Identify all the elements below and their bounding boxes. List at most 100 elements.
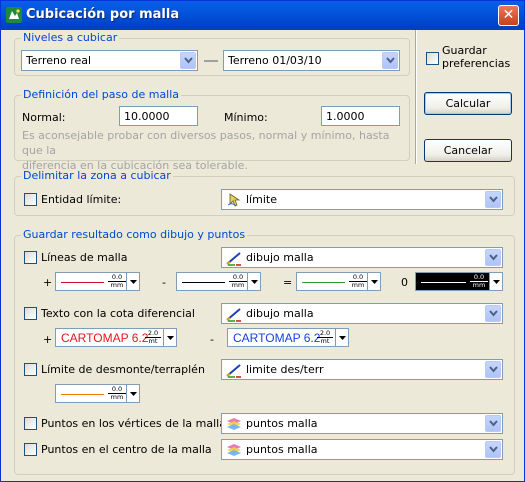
line-style-border[interactable]: 0.0 mm <box>415 272 503 291</box>
line-style-limite[interactable]: 0.0 mm <box>55 384 140 403</box>
points-layer-icon <box>227 444 241 456</box>
texto-layer-combo[interactable]: dibujo malla <box>221 303 503 324</box>
vertices-layer-combo[interactable]: puntos malla <box>221 413 503 434</box>
normal-value: 10.0000 <box>124 110 170 123</box>
layer-pen-icon <box>226 364 241 378</box>
line-width-readout: 0.0 mm <box>108 274 126 289</box>
line-sample-red <box>61 282 104 283</box>
limite-checkbox[interactable] <box>24 363 37 376</box>
calcular-button[interactable]: Calcular <box>424 92 512 115</box>
level2-combo[interactable]: Terreno 01/03/10 <box>223 50 400 71</box>
lineas-plus-operator: + <box>43 276 53 289</box>
chevron-down-icon <box>489 310 498 317</box>
entidad-limite-checkbox[interactable] <box>24 193 37 206</box>
entidad-dropdown-button[interactable] <box>485 191 501 208</box>
texto-layer-value: dibujo malla <box>246 307 314 320</box>
minimo-input[interactable]: 1.0000 <box>321 106 400 126</box>
malla-hint: Es aconsejable probar con diversos pasos… <box>22 128 402 173</box>
centro-layer-dropdown-button[interactable] <box>485 441 501 458</box>
minimo-value: 1.0000 <box>326 110 365 123</box>
window-title: Cubicación por malla <box>26 7 180 22</box>
lineas-label[interactable]: Líneas de malla <box>41 251 127 264</box>
texto-plus-operator: + <box>43 333 53 346</box>
level1-combo[interactable]: Terreno real <box>21 50 198 71</box>
line-width-readout: 0.0 mm <box>470 274 488 289</box>
close-icon: ✕ <box>502 7 515 23</box>
niveles-legend: Niveles a cubicar <box>21 31 120 44</box>
limite-label[interactable]: Límite de desmonte/terraplén <box>41 363 205 376</box>
dialog-window: Cubicación por malla ✕ Niveles a cubicar… <box>0 0 525 482</box>
centro-label[interactable]: Puntos en el centro de la malla <box>41 443 212 456</box>
centro-layer-combo[interactable]: puntos malla <box>221 439 503 460</box>
text-style-sample-blue: CARTOMAP 6.2 <box>233 331 321 345</box>
normal-label: Normal: <box>22 111 66 124</box>
entidad-combo[interactable]: límite <box>221 189 503 210</box>
level1-value: Terreno real <box>26 54 92 67</box>
chevron-down-icon <box>489 254 498 261</box>
vertices-layer-value: puntos malla <box>246 417 318 430</box>
vertices-label[interactable]: Puntos en los vértices de la malla <box>41 417 226 430</box>
level1-dropdown-button[interactable] <box>180 52 196 69</box>
caret-down-icon <box>167 336 174 340</box>
guardar-preferencias-label[interactable]: Guardar preferencias <box>442 44 510 70</box>
lineas-layer-combo[interactable]: dibujo malla <box>221 247 503 268</box>
app-icon <box>6 7 22 23</box>
guardar-pref-line-2: preferencias <box>442 57 511 70</box>
chevron-down-icon <box>184 57 193 64</box>
guardar-preferencias-checkbox[interactable] <box>426 52 439 65</box>
limite-layer-dropdown-button[interactable] <box>485 361 501 378</box>
level2-dropdown-button[interactable] <box>382 52 398 69</box>
title-bar[interactable]: Cubicación por malla ✕ <box>1 1 524 30</box>
text-height-readout: 2.0 mt <box>145 330 161 345</box>
layer-pen-icon <box>226 308 241 322</box>
lineas-checkbox[interactable] <box>24 251 37 264</box>
zona-legend: Delimitar la zona a cubicar <box>21 169 173 182</box>
text-style-positive-dropdown[interactable] <box>163 329 176 346</box>
texto-layer-dropdown-button[interactable] <box>485 305 501 322</box>
line-style-zero-dropdown[interactable] <box>367 273 380 290</box>
text-style-positive[interactable]: CARTOMAP 6.2 2.0 mt <box>55 328 177 347</box>
malla-legend: Definición del paso de malla <box>21 88 182 101</box>
lineas-layer-dropdown-button[interactable] <box>485 249 501 266</box>
lineas-layer-value: dibujo malla <box>246 251 314 264</box>
caret-down-icon <box>130 280 137 284</box>
text-height-readout: 2.0 mt <box>317 330 333 345</box>
resultado-legend: Guardar resultado como dibujo y puntos <box>21 228 248 241</box>
line-style-positive-dropdown[interactable] <box>126 273 139 290</box>
layer-pen-icon <box>226 252 241 266</box>
line-style-zero[interactable]: 0.0 mm <box>296 272 381 291</box>
entidad-limite-label[interactable]: Entidad límite: <box>41 193 121 206</box>
line-style-negative[interactable]: 0.0 mm <box>176 272 261 291</box>
text-style-negative-dropdown[interactable] <box>335 329 348 346</box>
text-style-negative[interactable]: CARTOMAP 6.2 2.0 mt <box>227 328 349 347</box>
chevron-down-icon <box>489 420 498 427</box>
line-style-negative-dropdown[interactable] <box>247 273 260 290</box>
chevron-down-icon <box>386 57 395 64</box>
line-style-border-dropdown[interactable] <box>489 273 502 290</box>
line-width-readout: 0.0 mm <box>349 274 367 289</box>
cancelar-button[interactable]: Cancelar <box>424 139 512 162</box>
chevron-down-icon <box>489 196 498 203</box>
normal-input[interactable]: 10.0000 <box>119 106 198 126</box>
lineas-minus-operator: - <box>162 276 166 289</box>
caret-down-icon <box>371 280 378 284</box>
limite-layer-value: limite des/terr <box>246 363 324 376</box>
close-button[interactable]: ✕ <box>498 5 519 26</box>
minimo-label: Mínimo: <box>224 111 268 124</box>
vertices-layer-dropdown-button[interactable] <box>485 415 501 432</box>
vertical-separator <box>415 30 417 164</box>
texto-minus-operator: - <box>210 333 214 346</box>
line-style-positive[interactable]: 0.0 mm <box>55 272 140 291</box>
entidad-value: límite <box>246 193 277 206</box>
hint-line-1: Es aconsejable probar con diversos pasos… <box>22 129 390 157</box>
limite-layer-combo[interactable]: limite des/terr <box>221 359 503 380</box>
texto-label[interactable]: Texto con la cota diferencial <box>41 307 195 320</box>
caret-down-icon <box>130 392 137 396</box>
caret-down-icon <box>251 280 258 284</box>
texto-checkbox[interactable] <box>24 307 37 320</box>
line-sample-white <box>421 282 466 283</box>
vertices-checkbox[interactable] <box>24 417 37 430</box>
line-style-limite-dropdown[interactable] <box>126 385 139 402</box>
points-layer-icon <box>227 418 241 430</box>
centro-checkbox[interactable] <box>24 443 37 456</box>
